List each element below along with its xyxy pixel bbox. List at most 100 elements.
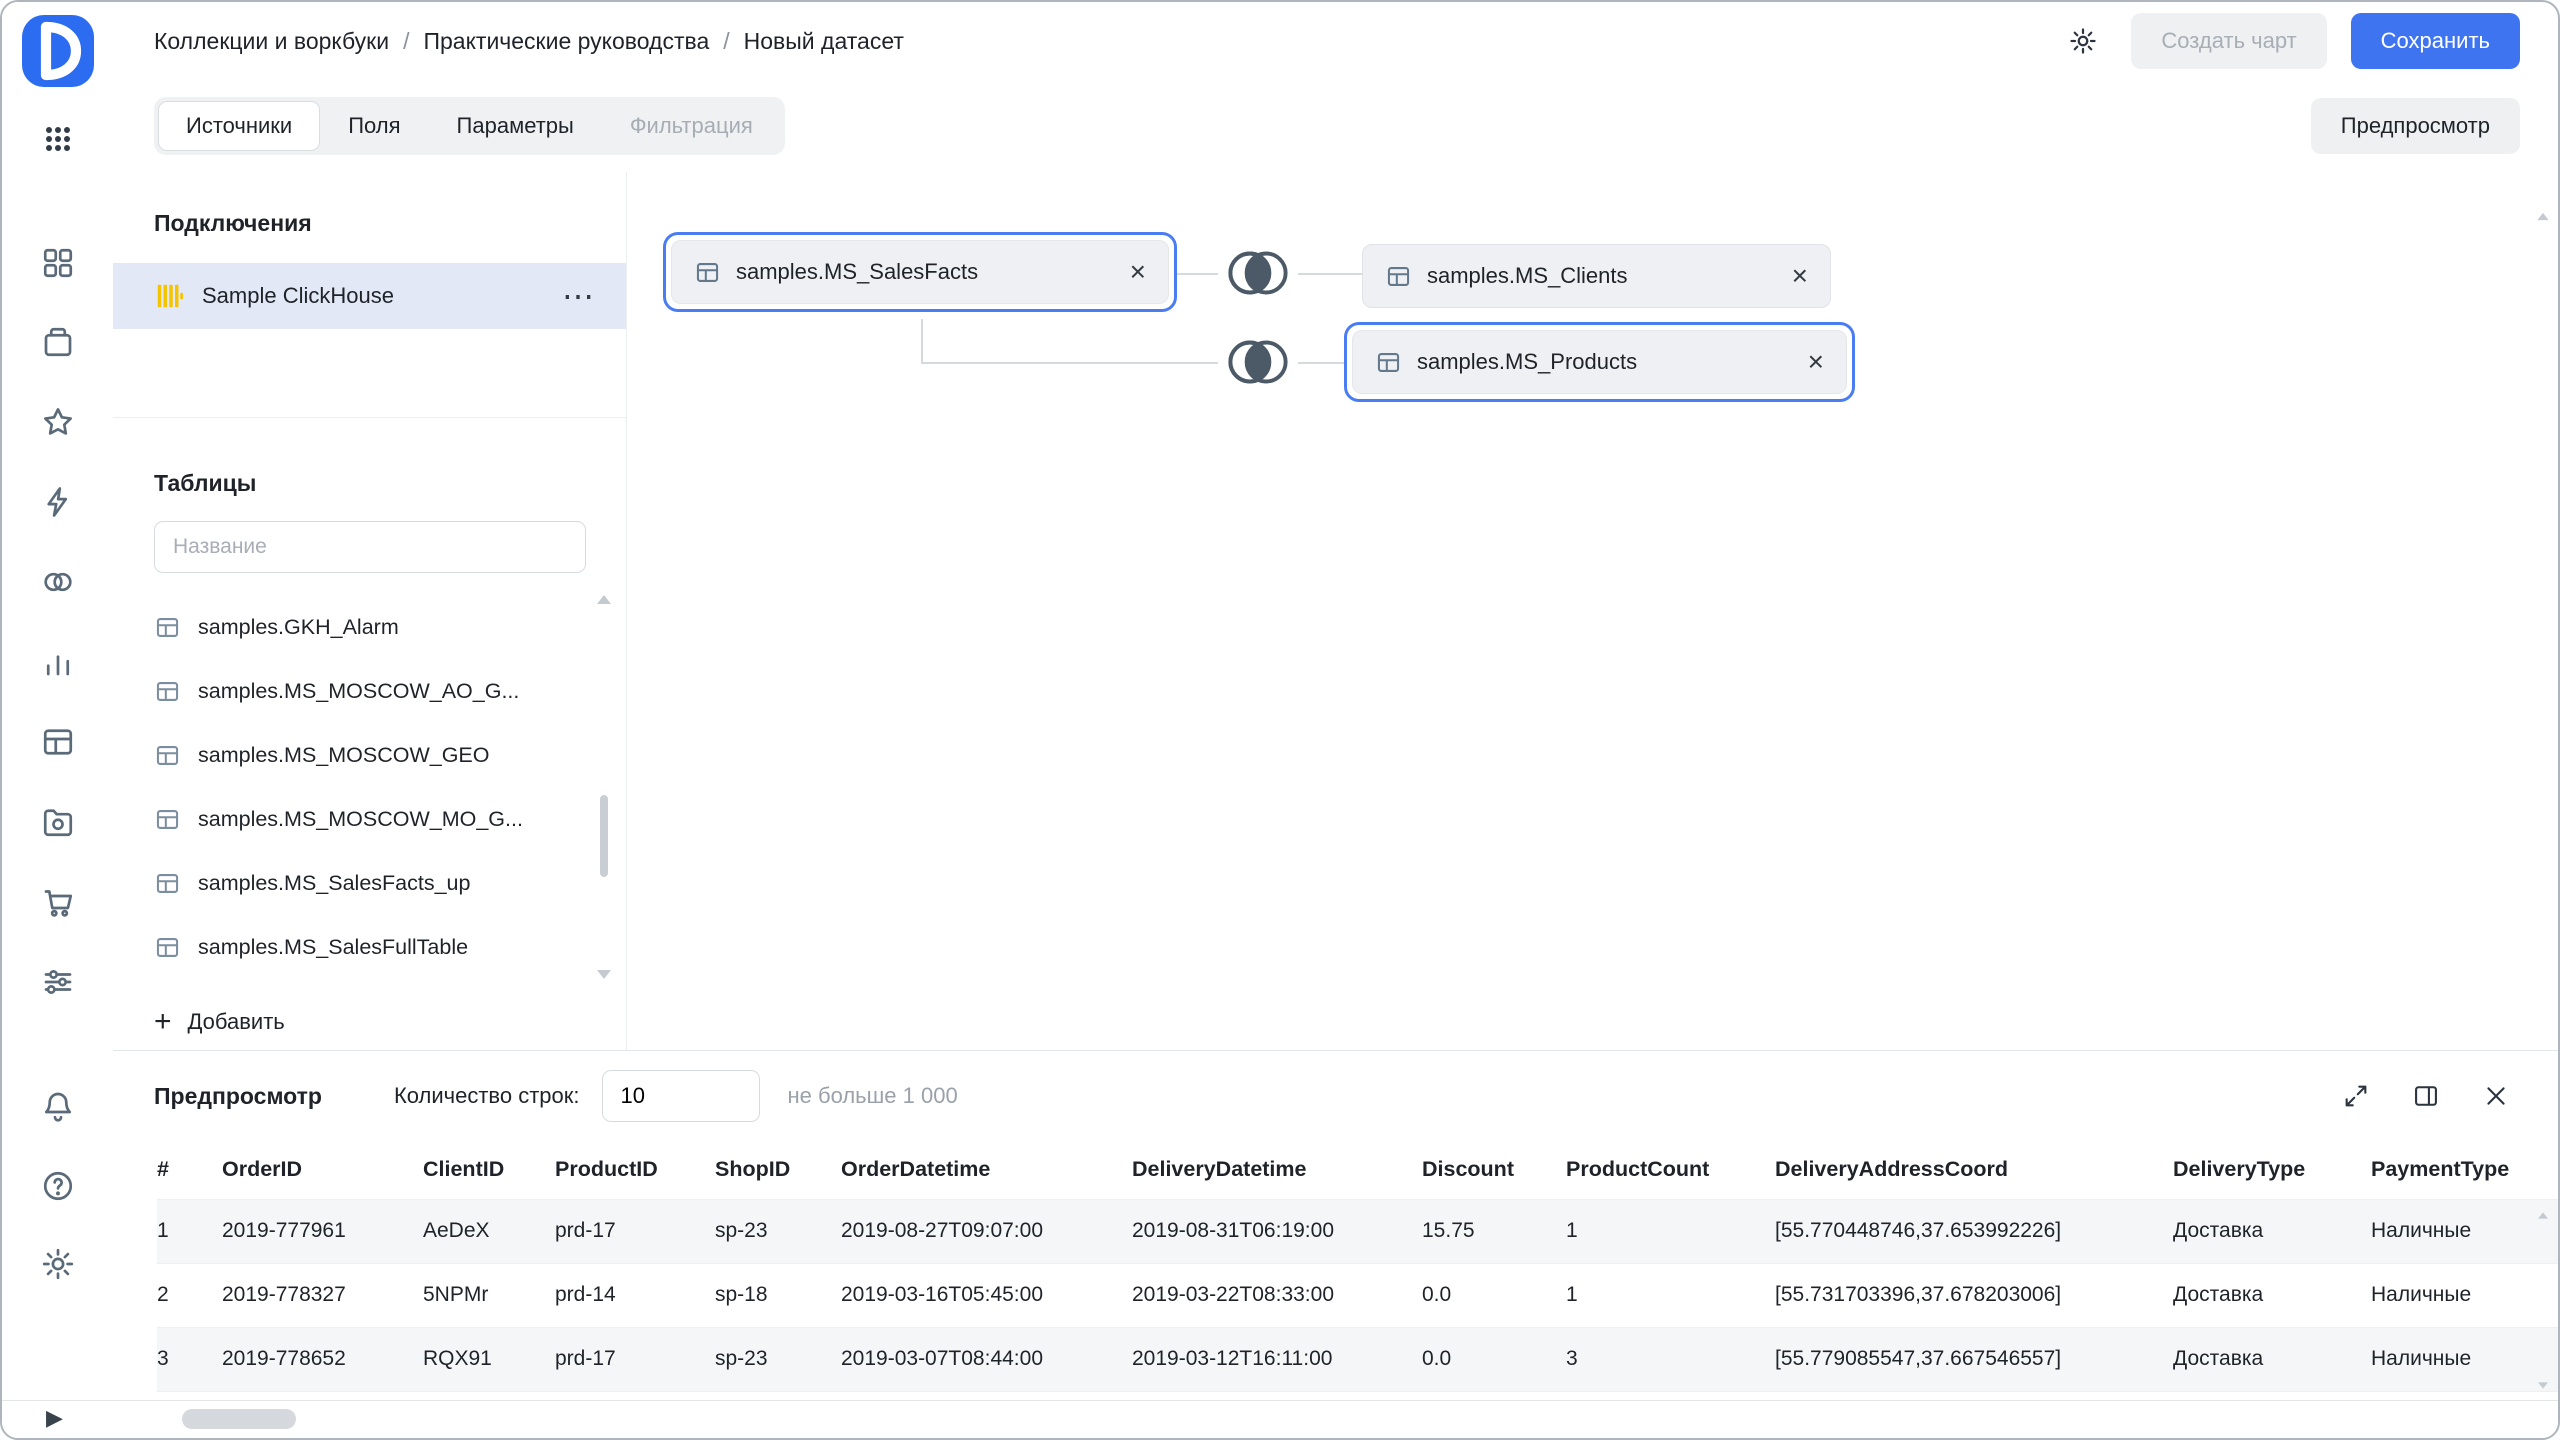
- scroll-down-icon[interactable]: [597, 970, 611, 979]
- save-button[interactable]: Сохранить: [2351, 13, 2520, 69]
- node-label: samples.MS_Clients: [1427, 263, 1628, 289]
- venn-circles-icon: [40, 564, 76, 600]
- remove-node-icon[interactable]: ×: [1772, 262, 1808, 290]
- column-header[interactable]: ClientID: [423, 1141, 555, 1199]
- preview-scroll-down-icon[interactable]: [2538, 1382, 2548, 1388]
- bell-icon: [40, 1088, 76, 1124]
- cell: [55.779085547,37.667546557]: [1775, 1327, 2173, 1391]
- panel-layout-icon: [2412, 1082, 2440, 1110]
- breadcrumb-item-collections[interactable]: Коллекции и воркбуки: [154, 28, 389, 55]
- join-type-button[interactable]: [1218, 244, 1298, 302]
- column-header[interactable]: PaymentType: [2371, 1141, 2558, 1199]
- gear-icon: [2068, 26, 2098, 56]
- column-header[interactable]: DeliveryType: [2173, 1141, 2371, 1199]
- nav-charts[interactable]: [34, 638, 82, 686]
- add-table-button[interactable]: + Добавить: [154, 1007, 626, 1037]
- cell: 1: [1566, 1199, 1775, 1263]
- scrollbar-thumb[interactable]: [600, 795, 608, 877]
- column-header[interactable]: ProductCount: [1566, 1141, 1775, 1199]
- preview-toggle-button[interactable]: Предпросмотр: [2311, 98, 2520, 154]
- tab-sources[interactable]: Источники: [158, 101, 320, 151]
- dataset-settings-button[interactable]: [2059, 17, 2107, 65]
- remove-node-icon[interactable]: ×: [1110, 258, 1146, 286]
- list-item-table[interactable]: samples.GKH_Alarm: [113, 595, 626, 659]
- column-header[interactable]: OrderDatetime: [841, 1141, 1132, 1199]
- node-products-selected[interactable]: samples.MS_Products ×: [1344, 322, 1855, 402]
- dashboards-icon: [40, 245, 76, 281]
- cell: prd-17: [555, 1327, 715, 1391]
- scroll-up-icon[interactable]: [597, 595, 611, 604]
- row-count-label: Количество строк:: [394, 1083, 580, 1109]
- table-search-input[interactable]: [154, 521, 586, 573]
- list-item-table[interactable]: samples.MS_MOSCOW_GEO: [113, 723, 626, 787]
- column-header[interactable]: #: [157, 1141, 222, 1199]
- nav-tables[interactable]: [34, 718, 82, 766]
- gear-icon: [40, 1246, 76, 1282]
- tables-scrollbar[interactable]: [596, 595, 612, 979]
- bar-chart-icon: [40, 644, 76, 680]
- close-preview-button[interactable]: [2472, 1072, 2520, 1120]
- table-node[interactable]: samples.MS_Products ×: [1352, 330, 1847, 394]
- preview-toolbar: Предпросмотр Количество строк: не больше…: [113, 1051, 2558, 1141]
- tab-parameters[interactable]: Параметры: [429, 101, 602, 151]
- nav-storage[interactable]: [34, 798, 82, 846]
- table-name: samples.MS_SalesFullTable: [198, 935, 468, 960]
- close-icon: [2482, 1082, 2510, 1110]
- breadcrumb-item-guides[interactable]: Практические руководства: [423, 28, 709, 55]
- list-item-table[interactable]: samples.MS_MOSCOW_MO_G...: [113, 787, 626, 851]
- column-header[interactable]: OrderID: [222, 1141, 423, 1199]
- node-clients[interactable]: samples.MS_Clients ×: [1362, 244, 1831, 308]
- preview-layout-button[interactable]: [2402, 1072, 2450, 1120]
- apps-grid-button[interactable]: [34, 115, 82, 163]
- nav-dashboards[interactable]: [34, 239, 82, 287]
- remove-node-icon[interactable]: ×: [1788, 348, 1824, 376]
- datalens-logo[interactable]: [22, 15, 94, 87]
- list-item-table[interactable]: samples.MS_SalesFullTable: [113, 915, 626, 979]
- nav-services[interactable]: [34, 958, 82, 1006]
- column-header[interactable]: DeliveryAddressCoord: [1775, 1141, 2173, 1199]
- nav-connections[interactable]: [34, 478, 82, 526]
- column-header[interactable]: ProductID: [555, 1141, 715, 1199]
- nav-favorites[interactable]: [34, 398, 82, 446]
- cell: prd-17: [555, 1199, 715, 1263]
- cell: 2019-03-22T08:33:00: [1132, 1263, 1422, 1327]
- tab-fields[interactable]: Поля: [320, 101, 428, 151]
- table-icon: [154, 678, 181, 705]
- cell: 0.0: [1422, 1327, 1566, 1391]
- notifications-button[interactable]: [34, 1082, 82, 1130]
- node-sales-facts-selected[interactable]: samples.MS_SalesFacts ×: [663, 232, 1177, 312]
- collapse-panel-icon[interactable]: ▶: [46, 1405, 63, 1431]
- join-type-button[interactable]: [1218, 333, 1298, 391]
- list-item-table[interactable]: samples.MS_SalesFacts_up: [113, 851, 626, 915]
- cell: AeDeX: [423, 1199, 555, 1263]
- connection-more-icon[interactable]: ⋯: [562, 280, 594, 312]
- rail-settings-button[interactable]: [34, 1240, 82, 1288]
- table-node[interactable]: samples.MS_SalesFacts ×: [671, 240, 1169, 304]
- table-name: samples.MS_MOSCOW_GEO: [198, 743, 490, 768]
- cell: prd-14: [555, 1263, 715, 1327]
- nav-workbooks[interactable]: [34, 318, 82, 366]
- create-chart-button[interactable]: Создать чарт: [2131, 13, 2326, 69]
- help-button[interactable]: [34, 1162, 82, 1210]
- column-header[interactable]: Discount: [1422, 1141, 1566, 1199]
- breadcrumb-separator: /: [403, 28, 409, 55]
- connection-item[interactable]: Sample ClickHouse ⋯: [113, 263, 626, 329]
- breadcrumb: Коллекции и воркбуки / Практические руко…: [154, 28, 904, 55]
- preview-table-viewport[interactable]: # OrderID ClientID ProductID ShopID Orde…: [113, 1141, 2558, 1400]
- column-header[interactable]: ShopID: [715, 1141, 841, 1199]
- expand-preview-button[interactable]: [2332, 1072, 2380, 1120]
- canvas-scroll-up-icon[interactable]: [2537, 213, 2548, 220]
- tab-filtering: Фильтрация: [602, 101, 781, 151]
- join-canvas[interactable]: samples.MS_SalesFacts × samples: [627, 172, 2558, 1050]
- table-icon: [154, 614, 181, 641]
- preview-scroll-up-icon[interactable]: [2538, 1212, 2548, 1218]
- preview-table: # OrderID ClientID ProductID ShopID Orde…: [157, 1141, 2558, 1392]
- nav-datasets[interactable]: [34, 558, 82, 606]
- list-item-table[interactable]: samples.MS_MOSCOW_AO_G...: [113, 659, 626, 723]
- preview-panel: Предпросмотр Количество строк: не больше…: [113, 1050, 2558, 1400]
- row-count-input[interactable]: [602, 1070, 760, 1122]
- column-header[interactable]: DeliveryDatetime: [1132, 1141, 1422, 1199]
- cell: Наличные: [2371, 1199, 2558, 1263]
- nav-marketplace[interactable]: [34, 878, 82, 926]
- horizontal-scrollbar-thumb[interactable]: [182, 1409, 296, 1429]
